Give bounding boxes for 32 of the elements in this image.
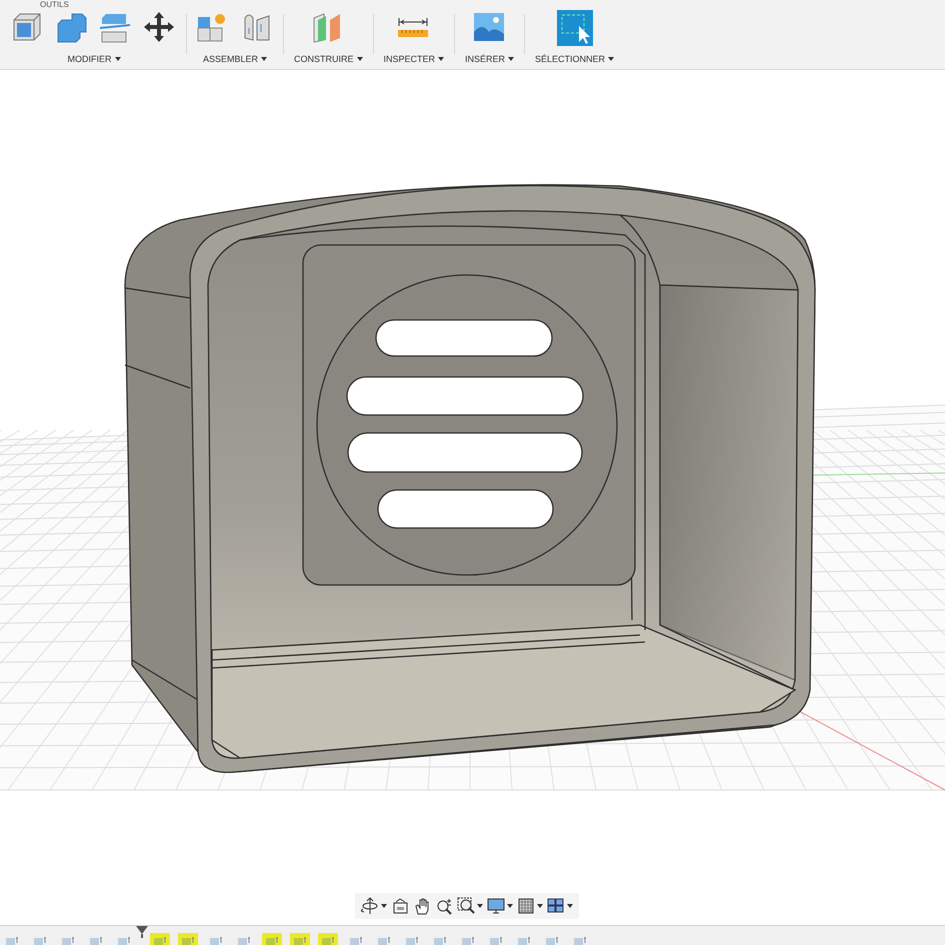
- toolbar-group-menu[interactable]: SÉLECTIONNER: [533, 54, 616, 64]
- toolbar-group-menu[interactable]: MODIFIER: [66, 54, 122, 64]
- timeline-feature[interactable]: [318, 933, 338, 945]
- timeline-feature[interactable]: [262, 933, 282, 945]
- caret-icon: [507, 904, 513, 908]
- hand-icon[interactable]: [413, 896, 431, 916]
- caret-icon: [477, 904, 483, 908]
- display-icon[interactable]: [487, 896, 505, 916]
- toolbar-group-menu[interactable]: CONSTRUIRE: [292, 54, 365, 64]
- toolbar-group-menu[interactable]: INSÉRER: [463, 54, 516, 64]
- toolbar-group-menu[interactable]: ASSEMBLER: [200, 54, 270, 64]
- tab-title[interactable]: OUTILS: [40, 0, 69, 9]
- caret-icon: [438, 57, 444, 61]
- caret-icon: [537, 904, 543, 908]
- caret-icon: [356, 57, 363, 61]
- orbit-icon[interactable]: [361, 896, 379, 916]
- selection-cursor-icon[interactable]: [556, 10, 593, 46]
- caret-icon: [608, 57, 614, 61]
- timeline-feature[interactable]: [150, 933, 170, 945]
- playhead-marker-icon[interactable]: [136, 926, 148, 938]
- look-at-icon[interactable]: [391, 896, 409, 916]
- caret-icon: [261, 57, 268, 61]
- toolbar-group-menu[interactable]: INSPECTER: [382, 54, 446, 64]
- timeline-feature[interactable]: [178, 933, 198, 945]
- caret-icon: [381, 904, 387, 908]
- grid-icon[interactable]: [517, 896, 535, 916]
- zoom-icon[interactable]: [435, 896, 453, 916]
- zoom-window-icon[interactable]: [457, 896, 475, 916]
- caret-icon: [114, 57, 120, 61]
- caret-icon: [567, 904, 573, 908]
- caret-icon: [508, 57, 514, 61]
- timeline-feature[interactable]: [290, 933, 310, 945]
